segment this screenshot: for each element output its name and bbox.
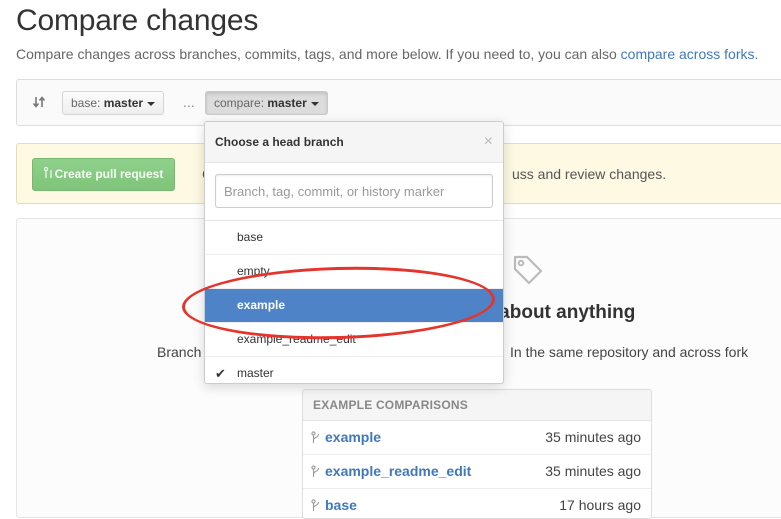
subtitle-text: Compare changes across branches, commits…	[16, 46, 617, 62]
blankslate-desc: In the same repository and across fork	[510, 344, 749, 360]
dropdown-filter	[205, 163, 503, 221]
pull-request-icon	[43, 166, 52, 178]
page-subtitle: Compare changes across branches, commits…	[16, 46, 758, 62]
branch-option-example-readme-edit[interactable]: example_readme_edit	[205, 323, 503, 357]
caret-down-icon	[310, 101, 319, 106]
blankslate-desc-prefix: Branch	[157, 344, 202, 360]
create-pr-label: Create pull request	[54, 167, 164, 181]
branch-option-example[interactable]: example	[205, 289, 503, 323]
caret-down-icon	[147, 101, 156, 106]
branch-option-label: example_readme_edit	[237, 332, 356, 346]
example-name: example_readme_edit	[325, 463, 472, 479]
base-branch-button[interactable]: base: master	[62, 91, 165, 115]
page-title: Compare changes	[16, 4, 259, 37]
branch-filter-input[interactable]	[215, 174, 493, 208]
checkmark-icon: ✔	[215, 366, 226, 381]
branch-icon	[311, 431, 320, 443]
dropdown-header: Choose a head branch ×	[205, 122, 503, 163]
dropdown-title: Choose a head branch	[215, 135, 344, 149]
branch-icon	[311, 465, 320, 477]
base-prefix: base:	[71, 96, 101, 110]
flash-message: uss and review changes.	[512, 166, 667, 182]
branch-icon	[311, 499, 320, 511]
head-branch-dropdown: Choose a head branch × base empty exampl…	[204, 121, 504, 384]
base-branch-name: master	[103, 96, 144, 110]
range-separator: ...	[183, 94, 195, 110]
example-name: base	[325, 497, 357, 513]
branch-option-label: empty	[237, 264, 270, 278]
branch-option-master[interactable]: ✔ master	[205, 357, 503, 383]
branch-option-base[interactable]: base	[205, 221, 503, 255]
branch-option-empty[interactable]: empty	[205, 255, 503, 289]
compare-across-forks-link[interactable]: compare across forks.	[621, 46, 759, 62]
range-editor: base: master ... compare: master	[16, 79, 781, 126]
example-time: 35 minutes ago	[545, 463, 641, 479]
tag-icon	[513, 255, 543, 285]
branch-option-label: base	[237, 230, 264, 244]
examples-header: EXAMPLE COMPARISONS	[303, 390, 651, 421]
compare-prefix: compare:	[214, 96, 265, 110]
close-icon[interactable]: ×	[484, 122, 493, 162]
example-row[interactable]: example_readme_edit 35 minutes ago	[303, 455, 651, 489]
example-row[interactable]: example 35 minutes ago	[303, 421, 651, 455]
example-time: 17 hours ago	[559, 497, 641, 513]
example-time: 35 minutes ago	[545, 429, 641, 445]
example-name: example	[325, 429, 382, 445]
branch-option-label: example	[237, 298, 286, 312]
compare-branch-name: master	[267, 96, 307, 110]
branch-option-label: master	[237, 366, 274, 380]
example-row[interactable]: base 17 hours ago	[303, 489, 651, 518]
compare-branch-button[interactable]: compare: master	[205, 91, 328, 115]
compare-arrows-icon	[32, 96, 46, 108]
example-comparisons: EXAMPLE COMPARISONS example 35 minutes a…	[302, 389, 652, 519]
create-pull-request-button[interactable]: Create pull request	[32, 158, 175, 191]
